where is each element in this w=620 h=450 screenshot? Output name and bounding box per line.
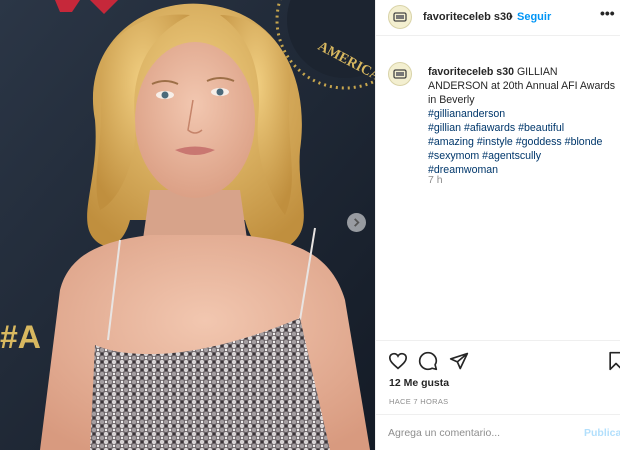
tv-icon — [393, 11, 407, 22]
share-button[interactable] — [448, 350, 470, 372]
hashtag[interactable]: #afiawards — [464, 122, 515, 134]
post-header: favoriteceleb s30 • Seguir ••• — [376, 0, 620, 36]
header-username[interactable]: favoriteceleb s30 — [423, 11, 512, 23]
action-bar — [376, 340, 620, 382]
hashtags: #gilliananderson #gillian #afiawards #be… — [428, 107, 618, 177]
hashtag[interactable]: #goddess — [516, 136, 562, 148]
hashtag[interactable]: #gilliananderson — [428, 108, 505, 120]
separator-dot: • — [509, 11, 513, 23]
save-button[interactable] — [605, 350, 620, 372]
likes-count[interactable]: 12 Me gusta — [389, 377, 449, 389]
bookmark-icon — [609, 351, 620, 371]
comment-input[interactable] — [388, 424, 578, 442]
comment-button[interactable] — [417, 350, 439, 372]
hashtag[interactable]: #agentscully — [482, 150, 541, 162]
publish-button[interactable]: Publicar — [584, 427, 620, 439]
caption-avatar[interactable] — [388, 62, 412, 86]
comment-icon — [418, 351, 438, 371]
comment-bar: Publicar — [376, 414, 620, 450]
send-icon — [449, 352, 469, 370]
carousel-next-button[interactable] — [347, 213, 366, 232]
hashtag[interactable]: #blonde — [565, 136, 603, 148]
caption-text: favoriteceleb s30 GILLIAN ANDERSON at 20… — [428, 65, 618, 177]
heart-icon — [388, 352, 408, 370]
post-timestamp: HACE 7 HORAS — [389, 397, 449, 406]
hashtag[interactable]: #gillian — [428, 122, 461, 134]
post-side-panel: favoriteceleb s30 • Seguir ••• favoritec… — [375, 0, 620, 450]
hashtag[interactable]: #instyle — [477, 136, 513, 148]
backdrop-text-2: #A — [0, 319, 41, 355]
hashtag[interactable]: #amazing — [428, 136, 474, 148]
tv-icon — [393, 68, 407, 79]
avatar[interactable] — [388, 5, 412, 29]
hashtag[interactable]: #sexymom — [428, 150, 479, 162]
caption-time: 7 h — [428, 174, 443, 186]
photo-image: AMERICA #A — [0, 0, 375, 450]
more-options-icon[interactable]: ••• — [600, 6, 615, 20]
caption-area: favoriteceleb s30 GILLIAN ANDERSON at 20… — [376, 36, 620, 340]
chevron-right-icon — [354, 218, 360, 227]
follow-button[interactable]: Seguir — [517, 11, 551, 23]
like-button[interactable] — [387, 350, 409, 372]
post-photo[interactable]: AMERICA #A — [0, 0, 375, 450]
caption-username[interactable]: favoriteceleb s30 — [428, 66, 514, 78]
hashtag[interactable]: #beautiful — [518, 122, 564, 134]
